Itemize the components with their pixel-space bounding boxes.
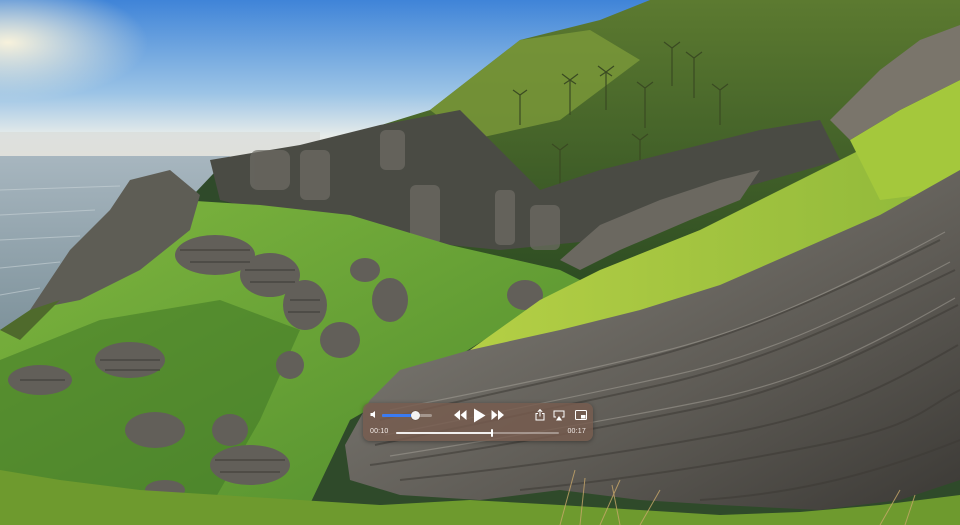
fast-forward-button[interactable] — [491, 409, 504, 421]
fast-forward-icon — [491, 410, 504, 420]
playhead[interactable] — [491, 429, 494, 437]
airplay-icon — [553, 410, 565, 420]
playback-progress — [396, 432, 493, 434]
play-button[interactable] — [471, 407, 487, 423]
coastal-landscape-video-frame — [0, 0, 960, 525]
playback-scrubber[interactable] — [396, 429, 559, 437]
share-button[interactable] — [534, 409, 545, 421]
remaining-time: 00:17 — [567, 428, 586, 435]
video-frame[interactable] — [0, 0, 960, 525]
play-icon — [473, 408, 485, 422]
volume-knob[interactable] — [411, 411, 420, 420]
volume-slider[interactable] — [382, 411, 432, 420]
current-time: 00:10 — [370, 428, 389, 435]
airplay-button[interactable] — [553, 409, 565, 421]
rewind-button[interactable] — [454, 409, 467, 421]
picture-in-picture-button[interactable] — [574, 409, 587, 421]
volume-icon[interactable] — [370, 410, 379, 419]
rewind-icon — [454, 410, 467, 420]
share-icon — [535, 409, 544, 421]
playback-controls: 00:10 00:17 — [363, 403, 593, 441]
picture-in-picture-icon — [574, 410, 587, 420]
